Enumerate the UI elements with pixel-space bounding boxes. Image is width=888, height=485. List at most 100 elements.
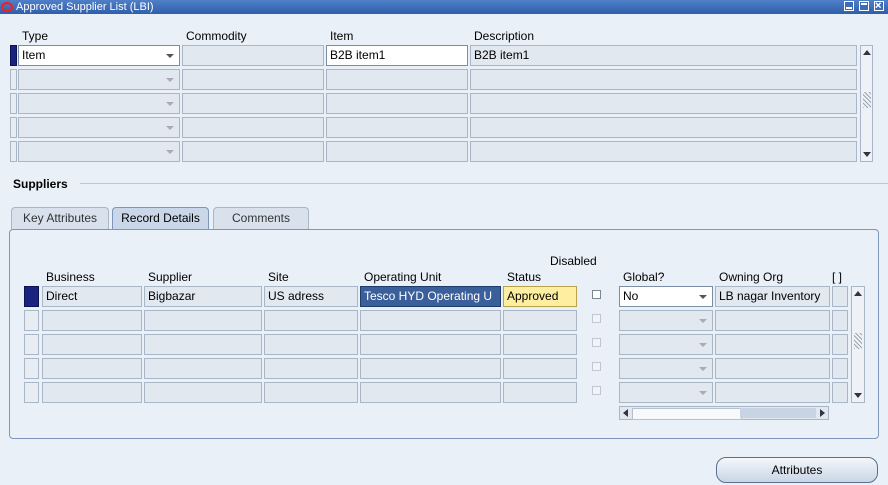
supplier-field[interactable] xyxy=(144,334,262,355)
site-field[interactable] xyxy=(264,310,358,331)
global-select[interactable] xyxy=(619,358,713,379)
extra-field[interactable] xyxy=(832,382,848,403)
operating-unit-field[interactable] xyxy=(360,310,501,331)
header-extra-field[interactable]: [ ] xyxy=(832,270,842,284)
site-field[interactable] xyxy=(264,358,358,379)
disabled-checkbox[interactable] xyxy=(592,290,601,299)
operating-unit-field[interactable] xyxy=(360,334,501,355)
owning-org-field[interactable]: LB nagar Inventory xyxy=(715,286,830,307)
item-field[interactable]: B2B item1 xyxy=(326,45,468,66)
tab-record-details[interactable]: Record Details xyxy=(112,207,209,229)
item-field[interactable] xyxy=(326,141,468,162)
global-select[interactable] xyxy=(619,334,713,355)
global-select[interactable]: No xyxy=(619,286,713,307)
tab-key-attributes[interactable]: Key Attributes xyxy=(11,207,109,229)
supplier-record-indicator[interactable] xyxy=(24,310,39,331)
record-indicator[interactable] xyxy=(10,69,17,90)
supplier-record-indicator[interactable] xyxy=(24,358,39,379)
header-site: Site xyxy=(268,270,289,284)
global-select[interactable] xyxy=(619,310,713,331)
supplier-record-indicator[interactable] xyxy=(24,334,39,355)
scroll-left-icon[interactable] xyxy=(623,409,628,417)
header-global: Global? xyxy=(623,270,665,284)
record-indicator[interactable] xyxy=(10,141,17,162)
commodity-field[interactable] xyxy=(182,117,324,138)
type-select[interactable]: Item xyxy=(18,45,180,66)
business-field[interactable] xyxy=(42,358,142,379)
header-item: Item xyxy=(330,29,354,43)
business-field[interactable]: Direct xyxy=(42,286,142,307)
type-select[interactable] xyxy=(18,69,180,90)
operating-unit-field[interactable]: Tesco HYD Operating U xyxy=(360,286,501,307)
extra-field[interactable] xyxy=(832,286,848,307)
site-field[interactable] xyxy=(264,382,358,403)
record-indicator[interactable] xyxy=(10,117,17,138)
supplier-field[interactable] xyxy=(144,358,262,379)
supplier-record-indicator[interactable] xyxy=(24,382,39,403)
top-vertical-scrollbar[interactable] xyxy=(860,45,873,162)
maximize-icon[interactable] xyxy=(859,1,869,11)
scroll-down-icon[interactable] xyxy=(854,393,862,398)
operating-unit-field[interactable] xyxy=(360,382,501,403)
owning-org-field[interactable] xyxy=(715,334,830,355)
record-indicator[interactable] xyxy=(10,45,17,66)
supplier-record-indicator[interactable] xyxy=(24,286,39,307)
scroll-thumb[interactable] xyxy=(632,408,742,420)
site-field[interactable]: US adress xyxy=(264,286,358,307)
description-field[interactable] xyxy=(470,69,857,90)
status-field[interactable]: Approved xyxy=(503,286,577,307)
disabled-checkbox[interactable] xyxy=(592,362,601,371)
scroll-right-icon[interactable] xyxy=(820,409,825,417)
scroll-grip-icon[interactable] xyxy=(854,333,862,349)
site-field[interactable] xyxy=(264,334,358,355)
commodity-field[interactable] xyxy=(182,45,324,66)
header-description: Description xyxy=(474,29,535,43)
item-field[interactable] xyxy=(326,93,468,114)
attributes-button[interactable]: Attributes xyxy=(716,457,878,483)
global-select[interactable] xyxy=(619,382,713,403)
description-field[interactable] xyxy=(470,117,857,138)
disabled-checkbox[interactable] xyxy=(592,314,601,323)
extra-field[interactable] xyxy=(832,310,848,331)
status-field[interactable] xyxy=(503,310,577,331)
supplier-field[interactable] xyxy=(144,310,262,331)
status-field[interactable] xyxy=(503,382,577,403)
owning-org-field[interactable] xyxy=(715,358,830,379)
close-icon[interactable] xyxy=(874,1,884,11)
commodity-field[interactable] xyxy=(182,93,324,114)
scroll-up-icon[interactable] xyxy=(854,291,862,296)
commodity-field[interactable] xyxy=(182,141,324,162)
scroll-track[interactable] xyxy=(740,408,816,418)
scroll-down-icon[interactable] xyxy=(863,152,871,157)
minimize-icon[interactable] xyxy=(844,1,854,11)
horizontal-scrollbar[interactable] xyxy=(619,406,829,420)
description-field[interactable]: B2B item1 xyxy=(470,45,857,66)
status-field[interactable] xyxy=(503,358,577,379)
tab-comments[interactable]: Comments xyxy=(213,207,309,229)
disabled-checkbox[interactable] xyxy=(592,386,601,395)
extra-field[interactable] xyxy=(832,334,848,355)
status-field[interactable] xyxy=(503,334,577,355)
supplier-field[interactable]: Bigbazar xyxy=(144,286,262,307)
business-field[interactable] xyxy=(42,382,142,403)
owning-org-field[interactable] xyxy=(715,382,830,403)
business-field[interactable] xyxy=(42,334,142,355)
disabled-checkbox[interactable] xyxy=(592,338,601,347)
extra-field[interactable] xyxy=(832,358,848,379)
owning-org-field[interactable] xyxy=(715,310,830,331)
record-indicator[interactable] xyxy=(10,93,17,114)
suppliers-vertical-scrollbar[interactable] xyxy=(851,286,865,403)
description-field[interactable] xyxy=(470,93,857,114)
operating-unit-field[interactable] xyxy=(360,358,501,379)
type-select[interactable] xyxy=(18,141,180,162)
description-field[interactable] xyxy=(470,141,857,162)
item-field[interactable] xyxy=(326,117,468,138)
type-select[interactable] xyxy=(18,117,180,138)
type-select[interactable] xyxy=(18,93,180,114)
business-field[interactable] xyxy=(42,310,142,331)
supplier-field[interactable] xyxy=(144,382,262,403)
scroll-up-icon[interactable] xyxy=(863,50,871,55)
item-field[interactable] xyxy=(326,69,468,90)
scroll-grip-icon[interactable] xyxy=(863,92,871,108)
commodity-field[interactable] xyxy=(182,69,324,90)
